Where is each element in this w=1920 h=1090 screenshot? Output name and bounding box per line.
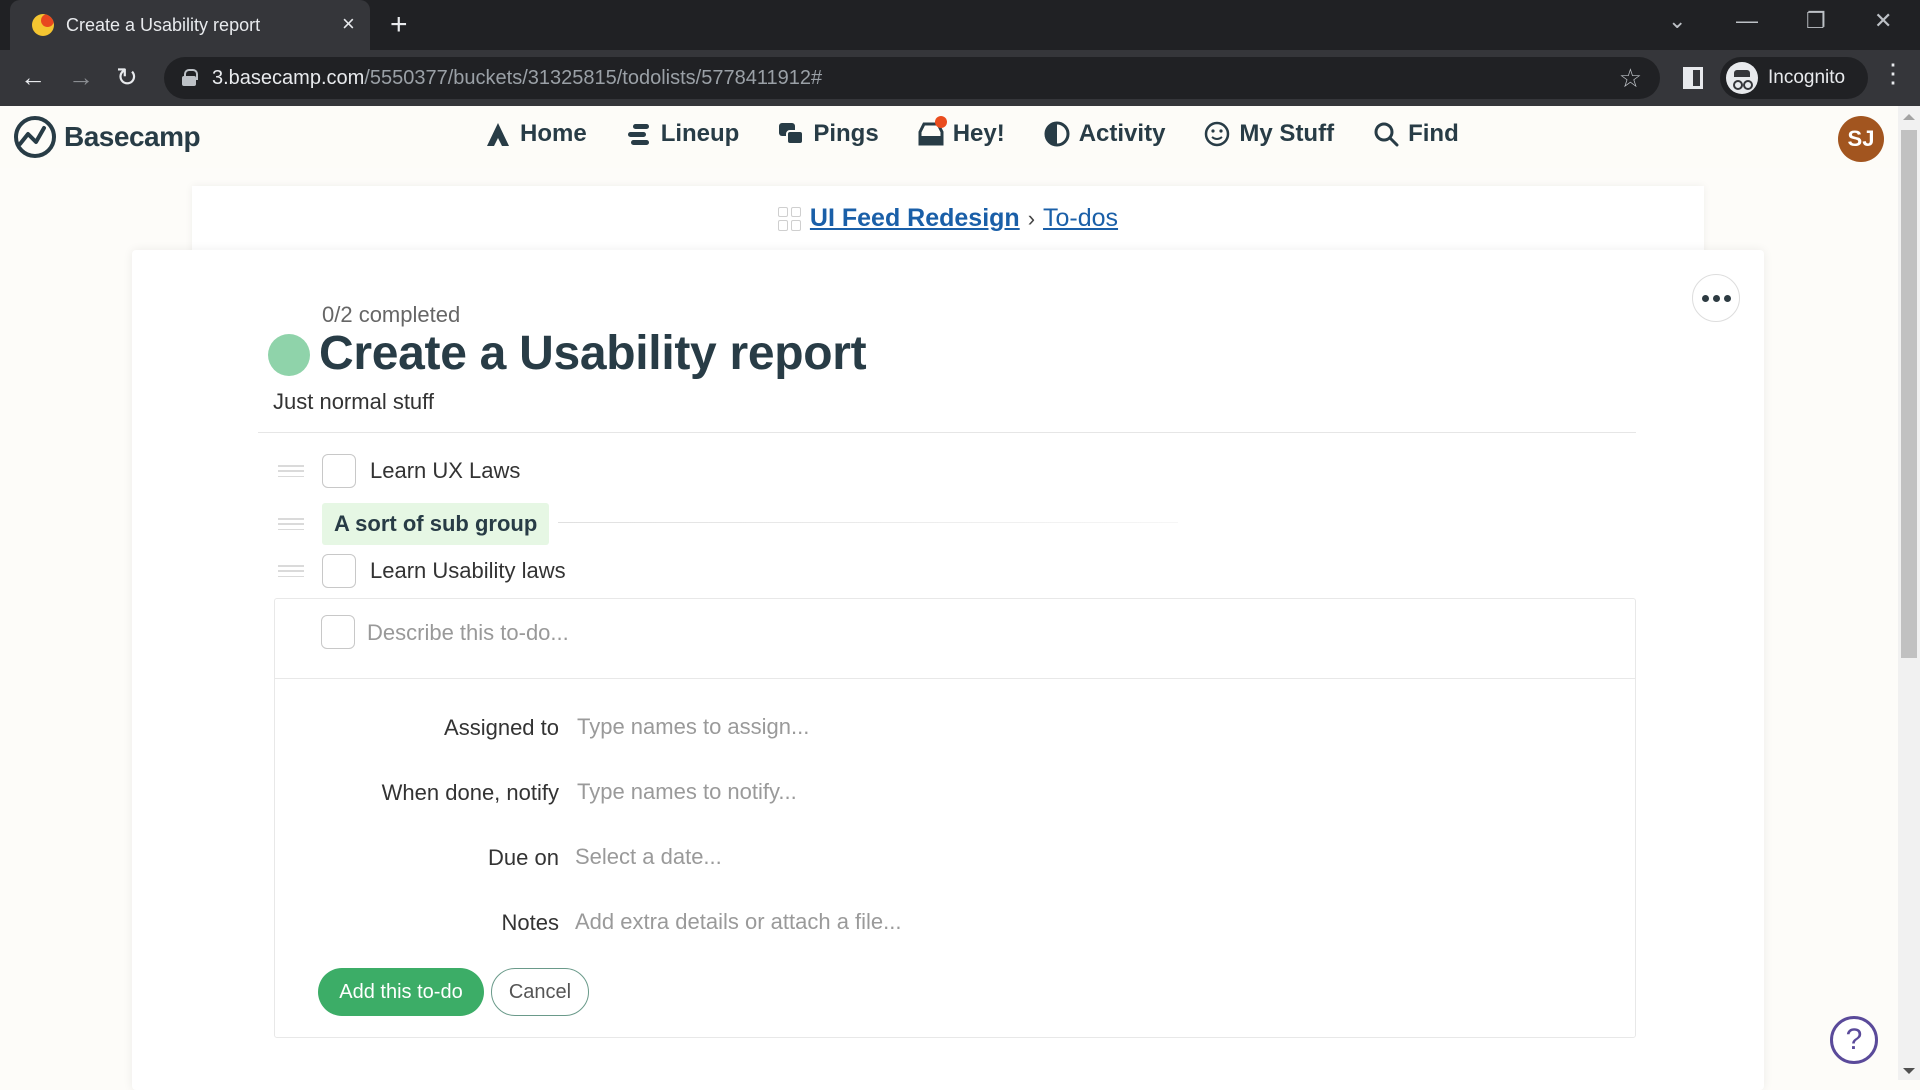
- new-tab-button[interactable]: +: [390, 8, 408, 42]
- nav-find[interactable]: Find: [1372, 120, 1459, 148]
- lock-icon[interactable]: [182, 69, 198, 86]
- todo-group[interactable]: A sort of sub group: [278, 503, 550, 545]
- page-scrollbar[interactable]: [1898, 106, 1920, 1080]
- side-panel-icon[interactable]: [1683, 67, 1703, 89]
- app-navigation: Basecamp Home Lineup Pings Hey! Activity…: [0, 106, 1898, 168]
- dot-icon: [1723, 294, 1731, 302]
- notify-input[interactable]: [577, 774, 1277, 810]
- find-icon: [1374, 122, 1399, 147]
- new-todo-description-input[interactable]: [367, 613, 1267, 653]
- cancel-button[interactable]: Cancel: [491, 968, 589, 1016]
- add-todo-button[interactable]: Add this to-do: [318, 968, 484, 1016]
- url-text[interactable]: 3.basecamp.com/5550377/buckets/31325815/…: [212, 67, 822, 90]
- assigned-to-input[interactable]: [577, 709, 1277, 745]
- browser-menu-icon[interactable]: ⋮: [1880, 60, 1906, 86]
- nav-hey-label: Hey!: [952, 120, 1005, 147]
- new-todo-form: Assigned to When done, notify Due on Not…: [274, 598, 1636, 1038]
- todo-item[interactable]: Learn UX Laws: [278, 454, 520, 488]
- drag-handle-icon[interactable]: [278, 465, 304, 477]
- basecamp-favicon-icon: [32, 14, 54, 36]
- restore-button[interactable]: ❐: [1806, 8, 1826, 34]
- todolist-description: Just normal stuff: [273, 389, 434, 414]
- assigned-to-label: Assigned to: [444, 715, 559, 740]
- breadcrumb-project-link[interactable]: UI Feed Redesign: [810, 204, 1020, 233]
- nav-my-stuff-label: My Stuff: [1239, 120, 1335, 147]
- breadcrumb-todos-link[interactable]: To-dos: [1043, 204, 1118, 233]
- nav-pings-label: Pings: [813, 120, 879, 147]
- todo-item[interactable]: Learn Usability laws: [278, 554, 566, 588]
- due-on-label: Due on: [488, 845, 559, 870]
- incognito-profile-button[interactable]: Incognito: [1720, 57, 1868, 99]
- back-button[interactable]: ←: [20, 62, 46, 93]
- nav-home-label: Home: [520, 120, 587, 147]
- basecamp-logo-icon: [14, 116, 56, 158]
- nav-lineup[interactable]: Lineup: [625, 120, 740, 148]
- scroll-down-arrow-icon[interactable]: [1903, 1068, 1915, 1074]
- completion-progress: 0/2 completed: [322, 302, 461, 327]
- new-todo-checkbox[interactable]: [321, 615, 355, 649]
- browser-toolbar: ← → ↻ 3.basecamp.com/5550377/buckets/313…: [0, 50, 1920, 106]
- nav-pings[interactable]: Pings: [777, 120, 879, 148]
- browser-tabstrip: Create a Usability report × + ⌄ — ❐ ✕: [0, 0, 1920, 50]
- new-todo-header: [275, 599, 1635, 679]
- lineup-icon: [627, 124, 649, 145]
- todolist-title[interactable]: Create a Usability report: [319, 326, 867, 381]
- todo-checkbox[interactable]: [322, 554, 356, 588]
- notes-label: Notes: [501, 910, 559, 935]
- drag-handle-icon[interactable]: [278, 518, 304, 530]
- nav-lineup-label: Lineup: [660, 120, 740, 147]
- nav-my-stuff[interactable]: My Stuff: [1203, 120, 1334, 148]
- basecamp-logo[interactable]: Basecamp: [12, 116, 201, 158]
- incognito-label: Incognito: [1768, 67, 1846, 88]
- tab-search-chevron-icon[interactable]: ⌄: [1668, 8, 1686, 34]
- nav-home[interactable]: Home: [484, 120, 587, 148]
- url-path: /5550377/buckets/31325815/todolists/5778…: [364, 67, 823, 89]
- tab-title: Create a Usability report: [66, 15, 261, 35]
- breadcrumb-separator: ›: [1027, 205, 1036, 231]
- nav-hey[interactable]: Hey!: [917, 116, 1005, 148]
- address-bar[interactable]: 3.basecamp.com/5550377/buckets/31325815/…: [164, 57, 1660, 99]
- todo-label[interactable]: Learn Usability laws: [370, 558, 566, 584]
- browser-tab[interactable]: Create a Usability report ×: [10, 0, 370, 50]
- notify-label: When done, notify: [381, 780, 559, 805]
- divider: [258, 432, 1636, 433]
- minimize-button[interactable]: —: [1736, 8, 1758, 34]
- close-window-button[interactable]: ✕: [1874, 8, 1892, 34]
- pings-icon: [779, 123, 805, 145]
- nav-activity[interactable]: Activity: [1043, 120, 1166, 148]
- forward-button[interactable]: →: [68, 62, 94, 93]
- breadcrumb: UI Feed Redesign › To-dos: [192, 204, 1704, 233]
- drag-handle-icon[interactable]: [278, 565, 304, 577]
- more-options-button[interactable]: [1692, 274, 1740, 322]
- close-tab-icon[interactable]: ×: [342, 11, 355, 37]
- dot-icon: [1701, 294, 1709, 302]
- url-host: 3.basecamp.com: [212, 67, 365, 89]
- user-avatar[interactable]: SJ: [1838, 116, 1884, 162]
- incognito-icon: [1726, 62, 1758, 94]
- brand-name: Basecamp: [64, 121, 201, 152]
- my-stuff-icon: [1205, 121, 1230, 147]
- scrollbar-thumb[interactable]: [1901, 130, 1917, 658]
- todo-label[interactable]: Learn UX Laws: [370, 458, 520, 484]
- notes-input[interactable]: [575, 904, 1275, 940]
- due-date-input[interactable]: [575, 839, 1275, 875]
- activity-icon: [1044, 121, 1070, 147]
- todo-checkbox[interactable]: [322, 454, 356, 488]
- bookmark-star-icon[interactable]: ☆: [1619, 63, 1642, 94]
- nav-activity-label: Activity: [1078, 120, 1166, 147]
- hey-notification-badge: [934, 116, 947, 128]
- nav-find-label: Find: [1408, 120, 1459, 147]
- group-divider-line: [558, 522, 1178, 523]
- project-grid-icon: [777, 206, 802, 231]
- dot-icon: [1712, 294, 1720, 302]
- home-icon: [487, 123, 509, 146]
- help-button[interactable]: ?: [1830, 1016, 1878, 1064]
- scroll-up-arrow-icon[interactable]: [1903, 114, 1915, 120]
- todolist-status-dot: [268, 334, 310, 376]
- main-nav: Home Lineup Pings Hey! Activity My Stuff…: [484, 116, 1459, 148]
- reload-button[interactable]: ↻: [116, 62, 138, 93]
- group-label[interactable]: A sort of sub group: [322, 503, 550, 545]
